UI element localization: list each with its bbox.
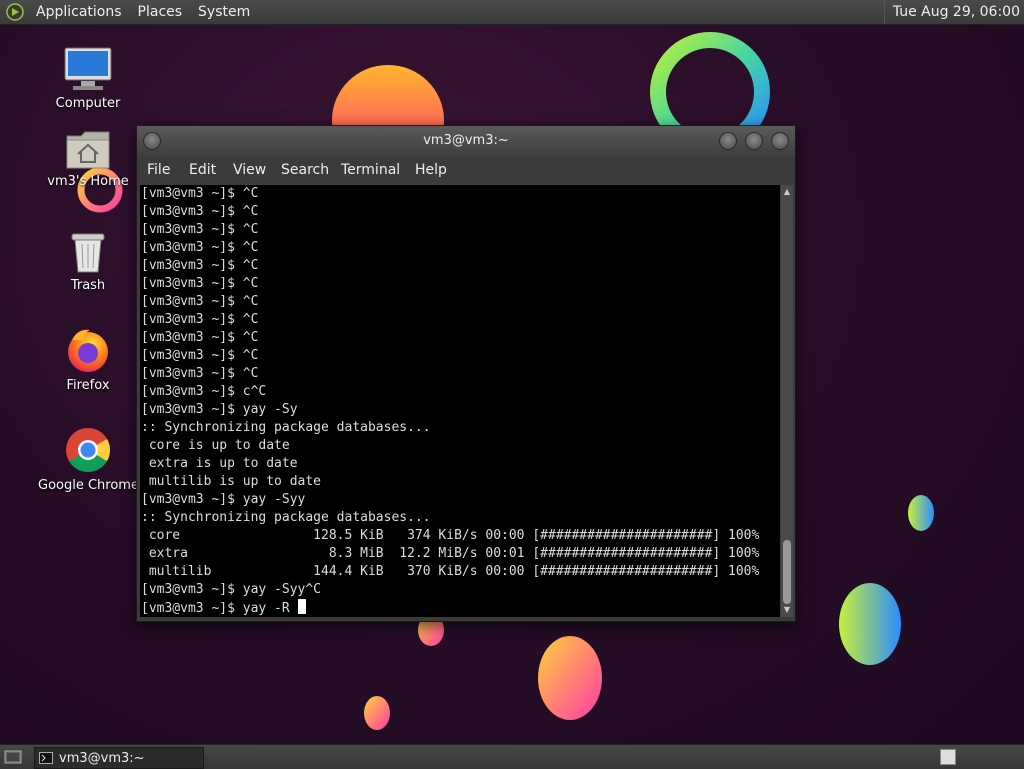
- menu-view[interactable]: View: [233, 162, 266, 178]
- home-folder-icon: [66, 131, 110, 169]
- computer-icon: [64, 47, 112, 90]
- chrome-icon: [66, 428, 110, 472]
- terminal-line: core 128.5 KiB 374 KiB/s 00:00 [########…: [141, 528, 760, 543]
- terminal-line: [vm3@vm3 ~]$ ^C: [141, 294, 259, 309]
- terminal-line: [vm3@vm3 ~]$ yay -Syy: [141, 492, 306, 507]
- desktop-icon-chrome[interactable]: Google Chrome: [38, 426, 139, 493]
- terminal-line: extra is up to date: [141, 456, 298, 471]
- terminal-line: [vm3@vm3 ~]$ ^C: [141, 330, 259, 345]
- desktop-icon-firefox[interactable]: Firefox: [38, 326, 138, 393]
- terminal-icon: [39, 752, 53, 764]
- system-menu[interactable]: System: [194, 0, 254, 24]
- maximize-button[interactable]: [745, 132, 763, 150]
- desktop-icon-home[interactable]: vm3's Home: [38, 128, 138, 189]
- scroll-down-arrow-icon[interactable]: ▼: [781, 605, 793, 615]
- terminal-line: [vm3@vm3 ~]$ ^C: [141, 258, 259, 273]
- workspace-switcher[interactable]: [940, 749, 956, 765]
- desktop-icon-label: Trash: [70, 278, 106, 293]
- desktop-icon-label: Computer: [55, 96, 121, 111]
- terminal-line: [vm3@vm3 ~]$ ^C: [141, 348, 259, 363]
- terminal-lines: [vm3@vm3 ~]$ ^C [vm3@vm3 ~]$ ^C [vm3@vm3 ~…: [140, 185, 780, 617]
- desktop-icon-label: vm3's Home: [47, 174, 129, 189]
- window-title: vm3@vm3:~: [423, 133, 509, 148]
- terminal-line: [vm3@vm3 ~]$ c^C: [141, 384, 267, 399]
- show-desktop-icon[interactable]: [4, 748, 22, 766]
- taskbar-item-terminal[interactable]: vm3@vm3:~: [34, 747, 204, 769]
- terminal-output[interactable]: [vm3@vm3 ~]$ ^C [vm3@vm3 ~]$ ^C [vm3@vm3 ~…: [140, 185, 780, 617]
- desktop-icon-label: Firefox: [66, 378, 110, 393]
- distro-logo-icon[interactable]: [6, 3, 24, 21]
- minimize-button[interactable]: [719, 132, 737, 150]
- scroll-up-arrow-icon[interactable]: ▲: [781, 187, 793, 197]
- desktop-icon-computer[interactable]: Computer: [38, 46, 138, 111]
- terminal-line: [vm3@vm3 ~]$ ^C: [141, 276, 259, 291]
- desktop-icon-label: Google Chrome: [38, 478, 139, 493]
- terminal-prompt-line: [vm3@vm3 ~]$ yay -R: [141, 599, 780, 617]
- scroll-thumb[interactable]: [783, 540, 791, 604]
- terminal-scrollbar[interactable]: ▲ ▼: [781, 185, 793, 617]
- menu-file[interactable]: File: [147, 162, 170, 178]
- menu-help[interactable]: Help: [415, 162, 447, 178]
- terminal-cursor: [297, 599, 306, 614]
- taskbar-item-label: vm3@vm3:~: [59, 750, 145, 766]
- terminal-line: [vm3@vm3 ~]$ ^C: [141, 240, 259, 255]
- terminal-titlebar[interactable]: vm3@vm3:~: [137, 126, 795, 156]
- clock[interactable]: Tue Aug 29, 06:00: [883, 0, 1020, 24]
- terminal-line: extra 8.3 MiB 12.2 MiB/s 00:01 [########…: [141, 546, 760, 561]
- terminal-line: :: Synchronizing package databases...: [141, 510, 431, 525]
- bottom-panel: vm3@vm3:~: [0, 744, 1024, 769]
- terminal-line: :: Synchronizing package databases...: [141, 420, 431, 435]
- desktop-icon-trash[interactable]: Trash: [38, 230, 138, 293]
- terminal-line: [vm3@vm3 ~]$ ^C: [141, 366, 259, 381]
- top-panel: Applications Places System Tue Aug 29, 0…: [0, 0, 1024, 25]
- terminal-line: multilib 144.4 KiB 370 KiB/s 00:00 [####…: [141, 564, 760, 579]
- terminal-line: [vm3@vm3 ~]$ ^C: [141, 312, 259, 327]
- terminal-line: multilib is up to date: [141, 474, 322, 489]
- menu-terminal[interactable]: Terminal: [341, 162, 400, 178]
- terminal-line: [vm3@vm3 ~]$ ^C: [141, 222, 259, 237]
- terminal-line: [vm3@vm3 ~]$ yay -Sy: [141, 402, 298, 417]
- menu-search[interactable]: Search: [281, 162, 329, 178]
- close-button[interactable]: [771, 132, 789, 150]
- places-menu[interactable]: Places: [134, 0, 187, 24]
- applications-menu[interactable]: Applications: [32, 0, 126, 24]
- terminal-current-input: [vm3@vm3 ~]$ yay -R: [141, 601, 298, 616]
- terminal-line: core is up to date: [141, 438, 290, 453]
- terminal-line: [vm3@vm3 ~]$ yay -Syy^C: [141, 582, 322, 597]
- menu-edit[interactable]: Edit: [189, 162, 216, 178]
- firefox-icon: [68, 329, 108, 372]
- trash-icon: [71, 233, 105, 273]
- terminal-window: vm3@vm3:~ File Edit View Search Terminal…: [136, 125, 796, 622]
- terminal-line: [vm3@vm3 ~]$ ^C: [141, 186, 259, 201]
- terminal-menubar: File Edit View Search Terminal Help: [137, 156, 795, 184]
- terminal-line: [vm3@vm3 ~]$ ^C: [141, 204, 259, 219]
